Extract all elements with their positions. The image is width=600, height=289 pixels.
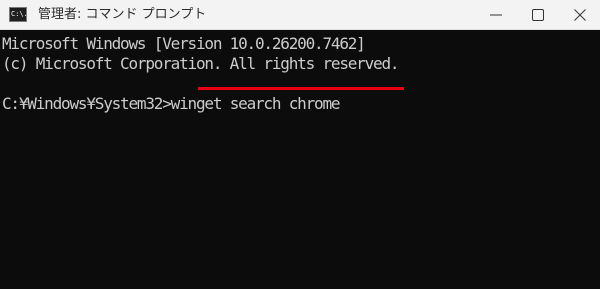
maximize-icon	[532, 9, 544, 21]
window-title: 管理者: コマンド プロンプト	[38, 7, 207, 22]
command-line[interactable]: C:¥Windows¥System32>winget search chrome	[2, 93, 341, 115]
command-input[interactable]: winget search chrome	[171, 94, 341, 113]
command-prompt-window: C:\. 管理者: コマンド プロンプト Microsoft Windows […	[0, 0, 600, 289]
command-highlight-underline	[198, 87, 404, 90]
console-line-version: Microsoft Windows [Version 10.0.26200.74…	[2, 34, 366, 53]
console-app-icon[interactable]: C:\.	[9, 7, 27, 22]
title-bar[interactable]: C:\. 管理者: コマンド プロンプト	[0, 0, 600, 30]
close-icon	[574, 9, 586, 21]
close-button[interactable]	[560, 0, 600, 30]
command-prompt-path: C:¥Windows¥System32>	[2, 94, 172, 113]
minimize-button[interactable]	[476, 0, 516, 30]
console-output[interactable]: Microsoft Windows [Version 10.0.26200.74…	[0, 30, 600, 289]
console-line-copyright: (c) Microsoft Corporation. All rights re…	[2, 54, 400, 73]
minimize-icon	[490, 14, 502, 16]
maximize-button[interactable]	[518, 0, 558, 30]
